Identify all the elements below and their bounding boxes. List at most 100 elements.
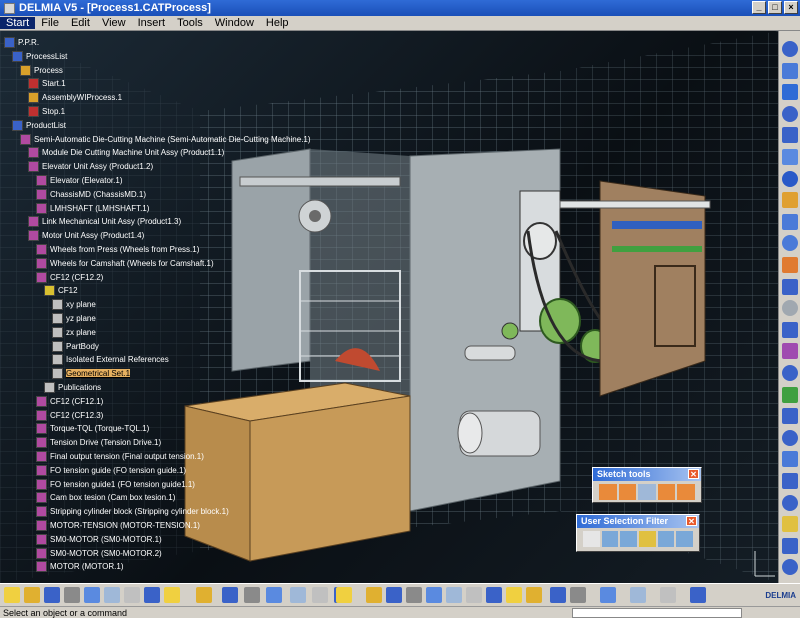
tree-node[interactable]: AssemblyWIProcess.1: [28, 91, 122, 104]
tree-node[interactable]: CF12 (CF12.2): [36, 271, 103, 284]
grid-icon[interactable]: [599, 484, 617, 500]
fit-all-icon[interactable]: [366, 587, 382, 603]
construction-element-icon[interactable]: [638, 484, 656, 500]
fly-icon[interactable]: [336, 587, 352, 603]
menu-window[interactable]: Window: [209, 17, 260, 29]
tree-node[interactable]: Stop.1: [28, 105, 65, 118]
axis-icon[interactable]: [782, 192, 798, 209]
tree-node[interactable]: Torque-TQL (Torque-TQL.1): [36, 422, 149, 435]
mirror-icon[interactable]: [782, 278, 798, 295]
tree-node[interactable]: Semi-Automatic Die-Cutting Machine (Semi…: [20, 133, 311, 146]
tree-node[interactable]: Module Die Cutting Machine Unit Assy (Pr…: [28, 146, 224, 159]
tree-node[interactable]: Stripping cylinder block (Stripping cyli…: [36, 505, 229, 518]
render-icon[interactable]: [506, 587, 522, 603]
user-selection-filter-title[interactable]: User Selection Filter ✕: [577, 515, 699, 528]
chamfer-icon[interactable]: [782, 235, 798, 252]
gantt-icon[interactable]: [660, 587, 676, 603]
product-filter-icon[interactable]: [676, 531, 694, 547]
menu-insert[interactable]: Insert: [132, 17, 172, 29]
tree-node[interactable]: zx plane: [52, 326, 96, 339]
profile-icon[interactable]: [782, 41, 798, 57]
fix-icon[interactable]: [782, 365, 798, 381]
comment-icon[interactable]: [244, 587, 260, 603]
tree-node[interactable]: CF12: [44, 284, 78, 297]
output-feature-icon[interactable]: [782, 473, 798, 489]
redo-icon[interactable]: [164, 587, 180, 603]
hide-show-icon[interactable]: [526, 587, 542, 603]
undo-icon[interactable]: [144, 587, 160, 603]
conic-icon[interactable]: [782, 149, 798, 165]
tree-node[interactable]: MOTOR-TENSION (MOTOR-TENSION.1): [36, 519, 200, 532]
corner-icon[interactable]: [782, 213, 798, 230]
tree-node[interactable]: Tension Drive (Tension Drive.1): [36, 436, 161, 449]
tree-node[interactable]: Motor Unit Assy (Product1.4): [28, 229, 144, 242]
point-icon[interactable]: [782, 170, 798, 187]
tree-node[interactable]: LMHSHAFT (LMHSHAFT.1): [36, 202, 149, 215]
constraint-icon[interactable]: [782, 343, 798, 360]
point-filter-icon[interactable]: [583, 531, 600, 547]
minimize-button[interactable]: _: [752, 1, 766, 14]
surface-filter-icon[interactable]: [620, 531, 638, 547]
tree-node[interactable]: ProcessList: [12, 50, 67, 63]
volume-filter-icon[interactable]: [639, 531, 656, 547]
dimensional-constraints-icon[interactable]: [677, 484, 695, 500]
rotate-icon[interactable]: [406, 587, 422, 603]
tree-node[interactable]: CF12 (CF12.1): [36, 395, 103, 408]
tree-node[interactable]: Wheels for Camshaft (Wheels for Camshaft…: [36, 257, 214, 270]
tree-node[interactable]: Elevator (Elevator.1): [36, 174, 122, 187]
snapshot-icon[interactable]: [690, 587, 706, 603]
tree-node[interactable]: ChassisMD (ChassisMD.1): [36, 188, 146, 201]
menu-view[interactable]: View: [96, 17, 132, 29]
tree-node[interactable]: Elevator Unit Assy (Product1.2): [28, 160, 153, 173]
trim-icon[interactable]: [782, 257, 798, 273]
user-selection-filter-panel[interactable]: User Selection Filter ✕: [576, 514, 700, 552]
formula-icon[interactable]: [222, 587, 238, 603]
sketch-tools-panel[interactable]: Sketch tools ✕: [592, 467, 702, 503]
sketch-tools-title[interactable]: Sketch tools ✕: [593, 468, 701, 481]
menu-start[interactable]: Start: [0, 17, 36, 29]
iso-view-icon[interactable]: [486, 587, 502, 603]
table-icon[interactable]: [290, 587, 306, 603]
save-icon[interactable]: [44, 587, 60, 603]
menu-edit[interactable]: Edit: [65, 17, 96, 29]
close-icon[interactable]: ✕: [686, 516, 697, 526]
tree-node[interactable]: Geometrical Set.1: [52, 367, 131, 380]
spline-icon[interactable]: [782, 127, 798, 144]
geometrical-constraints-icon[interactable]: [657, 484, 676, 500]
tree-node[interactable]: Link Mechanical Unit Assy (Product1.3): [28, 215, 181, 228]
tree-node[interactable]: Start.1: [28, 77, 66, 90]
tree-node[interactable]: SM0-MOTOR (SM0-MOTOR.2): [36, 547, 162, 560]
tree-node[interactable]: xy plane: [52, 298, 96, 311]
tree-node[interactable]: CF12 (CF12.3): [36, 409, 103, 422]
print-icon[interactable]: [64, 587, 80, 603]
specification-tree[interactable]: P.P.R. ProcessList Process Start.1 AssemblyW…: [0, 31, 311, 583]
zoom-in-icon[interactable]: [426, 587, 442, 603]
tree-node[interactable]: Publications: [44, 381, 101, 394]
project-icon[interactable]: [782, 300, 798, 317]
workbench-exit-icon[interactable]: [782, 537, 798, 554]
paste-icon[interactable]: [124, 587, 140, 603]
analysis-icon[interactable]: [630, 587, 646, 603]
menu-tools[interactable]: Tools: [171, 17, 209, 29]
tree-node[interactable]: FO tension guide (FO tension guide.1): [36, 464, 186, 477]
open-icon[interactable]: [24, 587, 40, 603]
knowledge-icon[interactable]: [266, 587, 282, 603]
simulation-icon[interactable]: [600, 587, 616, 603]
analysis-icon[interactable]: [782, 429, 798, 446]
swap-icon[interactable]: [550, 587, 566, 603]
whats-this-icon[interactable]: [196, 587, 212, 603]
maximize-button[interactable]: □: [768, 1, 782, 14]
circle-icon[interactable]: [782, 105, 798, 122]
tree-node[interactable]: PartBody: [52, 340, 99, 353]
menu-help[interactable]: Help: [260, 17, 295, 29]
catalog-icon[interactable]: [312, 587, 328, 603]
animate-icon[interactable]: [782, 386, 798, 403]
copy-icon[interactable]: [104, 587, 120, 603]
tree-node[interactable]: Wheels from Press (Wheels from Press.1): [36, 243, 199, 256]
tree-node[interactable]: yz plane: [52, 312, 96, 325]
curve-filter-icon[interactable]: [601, 531, 619, 547]
intersect-icon[interactable]: [782, 321, 798, 338]
sketch-solving-icon[interactable]: [782, 451, 798, 468]
cut-icon[interactable]: [84, 587, 100, 603]
feature-filter-icon[interactable]: [657, 531, 675, 547]
